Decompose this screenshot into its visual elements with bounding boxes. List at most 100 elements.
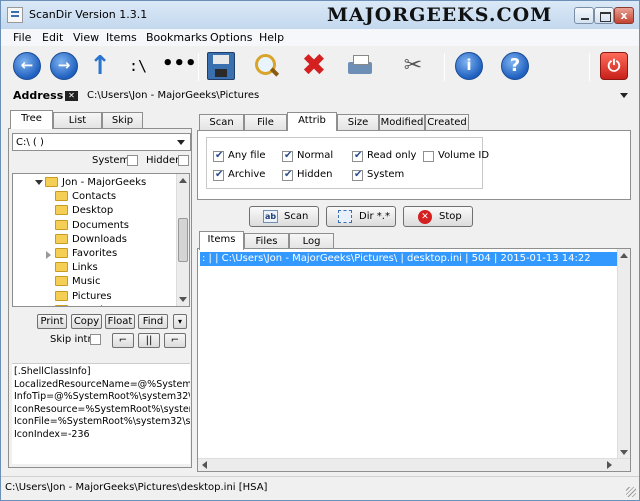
layout-option-1-icon[interactable]: ⌐	[112, 333, 134, 348]
folder-tree[interactable]: Jon - MajorGeeks Contacts Desktop Documents…	[12, 173, 190, 307]
scroll-up-icon[interactable]	[179, 178, 187, 183]
status-text: C:\Users\Jon - MajorGeeks\Pictures\deskt…	[5, 482, 268, 493]
back-arrow-icon[interactable]: ←	[13, 52, 41, 80]
address-bar: Address ✕ C:\Users\Jon - MajorGeeks\Pict…	[1, 87, 639, 105]
attr-read-only-checkbox[interactable]	[352, 150, 363, 162]
close-button[interactable]: x	[614, 7, 634, 24]
scroll-up-icon[interactable]	[620, 253, 628, 258]
scan-button[interactable]: ab Scan	[249, 206, 319, 227]
system-filter-label: System	[92, 155, 130, 166]
find-button[interactable]: Find	[138, 314, 168, 329]
tree-item[interactable]: Downloads	[13, 233, 177, 247]
up-arrow-icon[interactable]: ↑	[86, 52, 114, 80]
tab-list[interactable]: List	[53, 112, 102, 129]
scroll-down-icon[interactable]	[179, 297, 187, 302]
menu-bookmarks[interactable]: Bookmarks	[146, 31, 207, 44]
menu-options[interactable]: Options	[210, 31, 252, 44]
skip-intro-checkbox[interactable]	[90, 334, 101, 345]
menu-help[interactable]: Help	[259, 31, 284, 44]
copy-button[interactable]: Copy	[71, 314, 102, 329]
power-icon[interactable]: ⏻	[600, 52, 628, 80]
tab-created[interactable]: Created	[425, 114, 469, 131]
tab-scan[interactable]: Scan	[199, 114, 244, 131]
tab-skip[interactable]: Skip	[102, 112, 143, 129]
tree-vertical-scrollbar[interactable]	[176, 174, 189, 306]
more-icon[interactable]: •••	[162, 52, 197, 80]
toolbar-separator	[589, 53, 590, 81]
scroll-thumb[interactable]	[178, 218, 188, 262]
menu-view[interactable]: View	[73, 31, 99, 44]
attr-normal-checkbox[interactable]	[282, 150, 293, 162]
delete-x-icon[interactable]: ✖	[300, 51, 328, 81]
tree-item[interactable]: Jon - MajorGeeks	[13, 176, 177, 190]
print-button[interactable]: Print	[37, 314, 67, 329]
scroll-right-icon[interactable]	[607, 461, 612, 469]
stop-icon: ✕	[418, 210, 432, 224]
tree-item-label: Desktop	[72, 205, 114, 217]
expand-chevron-icon[interactable]: ▾	[173, 314, 187, 329]
results-horizontal-scrollbar[interactable]	[198, 458, 630, 471]
menu-file[interactable]: File	[13, 31, 31, 44]
results-vertical-scrollbar[interactable]	[617, 249, 630, 459]
tree-item[interactable]: Links	[13, 261, 177, 275]
tree-item[interactable]: Pictures	[13, 290, 177, 304]
attr-any-file-label: Any file	[228, 150, 266, 161]
tree-item-label: Pictures	[72, 290, 112, 302]
tab-modified[interactable]: Modified	[379, 114, 425, 131]
scroll-down-icon[interactable]	[620, 450, 628, 455]
results-list[interactable]: : | | C:\Users\Jon - MajorGeeks\Pictures…	[197, 248, 631, 472]
attr-volume-id-checkbox[interactable]	[423, 151, 434, 162]
tree-item[interactable]: Documents	[13, 219, 177, 233]
help-icon[interactable]: ?	[501, 52, 529, 80]
tab-size[interactable]: Size	[337, 114, 379, 131]
stop-button-label: Stop	[439, 211, 462, 222]
tools-icon[interactable]: ✂	[399, 52, 427, 80]
stop-button[interactable]: ✕ Stop	[403, 206, 473, 227]
system-filter-checkbox[interactable]	[127, 155, 138, 166]
expand-closed-icon[interactable]	[46, 251, 51, 259]
layout-option-3-icon[interactable]: ⌐	[164, 333, 186, 348]
printer-icon[interactable]	[346, 52, 374, 80]
menu-edit[interactable]: Edit	[42, 31, 63, 44]
address-dropdown-icon[interactable]	[620, 93, 628, 98]
maximize-button[interactable]	[594, 7, 614, 24]
menu-items[interactable]: Items	[106, 31, 137, 44]
forward-arrow-icon[interactable]: →	[50, 52, 78, 80]
chevron-down-icon	[177, 140, 185, 145]
folder-icon	[55, 248, 68, 258]
minimize-button[interactable]	[574, 7, 594, 24]
info-icon[interactable]: i	[455, 52, 483, 80]
tree-item[interactable]: Desktop	[13, 204, 177, 218]
layout-option-2-icon[interactable]: ||	[138, 333, 160, 348]
attr-volume-id-label: Volume ID	[438, 150, 490, 161]
tab-file[interactable]: File	[244, 114, 287, 131]
search-magnifier-icon[interactable]	[253, 52, 281, 80]
scan-icon: ab	[263, 210, 278, 223]
tab-attrib[interactable]: Attrib	[287, 112, 337, 131]
save-disk-icon[interactable]	[207, 52, 235, 80]
scroll-left-icon[interactable]	[202, 461, 207, 469]
attr-system-checkbox[interactable]	[352, 169, 363, 181]
drive-select[interactable]: C:\ ( )	[12, 133, 191, 151]
attr-any-file-checkbox[interactable]	[213, 150, 224, 162]
info-line: LocalizedResourceName=@%SystemRoot%	[14, 378, 190, 390]
hidden-filter-checkbox[interactable]	[178, 155, 189, 166]
dir-button[interactable]: Dir *.*	[326, 206, 396, 227]
tree-item[interactable]: Contacts	[13, 190, 177, 204]
toolbar: ← → ↑ :\ ••• ✖ ✂ i ? ⏻	[1, 47, 639, 87]
tab-items[interactable]: Items	[199, 231, 244, 250]
resize-grip[interactable]	[626, 487, 636, 497]
result-row[interactable]: : | | C:\Users\Jon - MajorGeeks\Pictures…	[200, 252, 630, 266]
attr-archive-checkbox[interactable]	[213, 169, 224, 181]
float-button[interactable]: Float	[105, 314, 135, 329]
dir-icon	[338, 210, 352, 223]
address-go-icon[interactable]: ✕	[65, 91, 78, 101]
expand-open-icon[interactable]	[35, 180, 43, 185]
tree-item[interactable]: Favorites	[13, 247, 177, 261]
tree-item[interactable]: Saved Games	[13, 304, 177, 306]
address-input[interactable]: C:\Users\Jon - MajorGeeks\Pictures	[87, 90, 259, 101]
path-icon[interactable]: :\	[124, 52, 152, 80]
tab-tree[interactable]: Tree	[10, 110, 53, 129]
tree-item[interactable]: Music	[13, 275, 177, 289]
attr-hidden-checkbox[interactable]	[282, 169, 293, 181]
